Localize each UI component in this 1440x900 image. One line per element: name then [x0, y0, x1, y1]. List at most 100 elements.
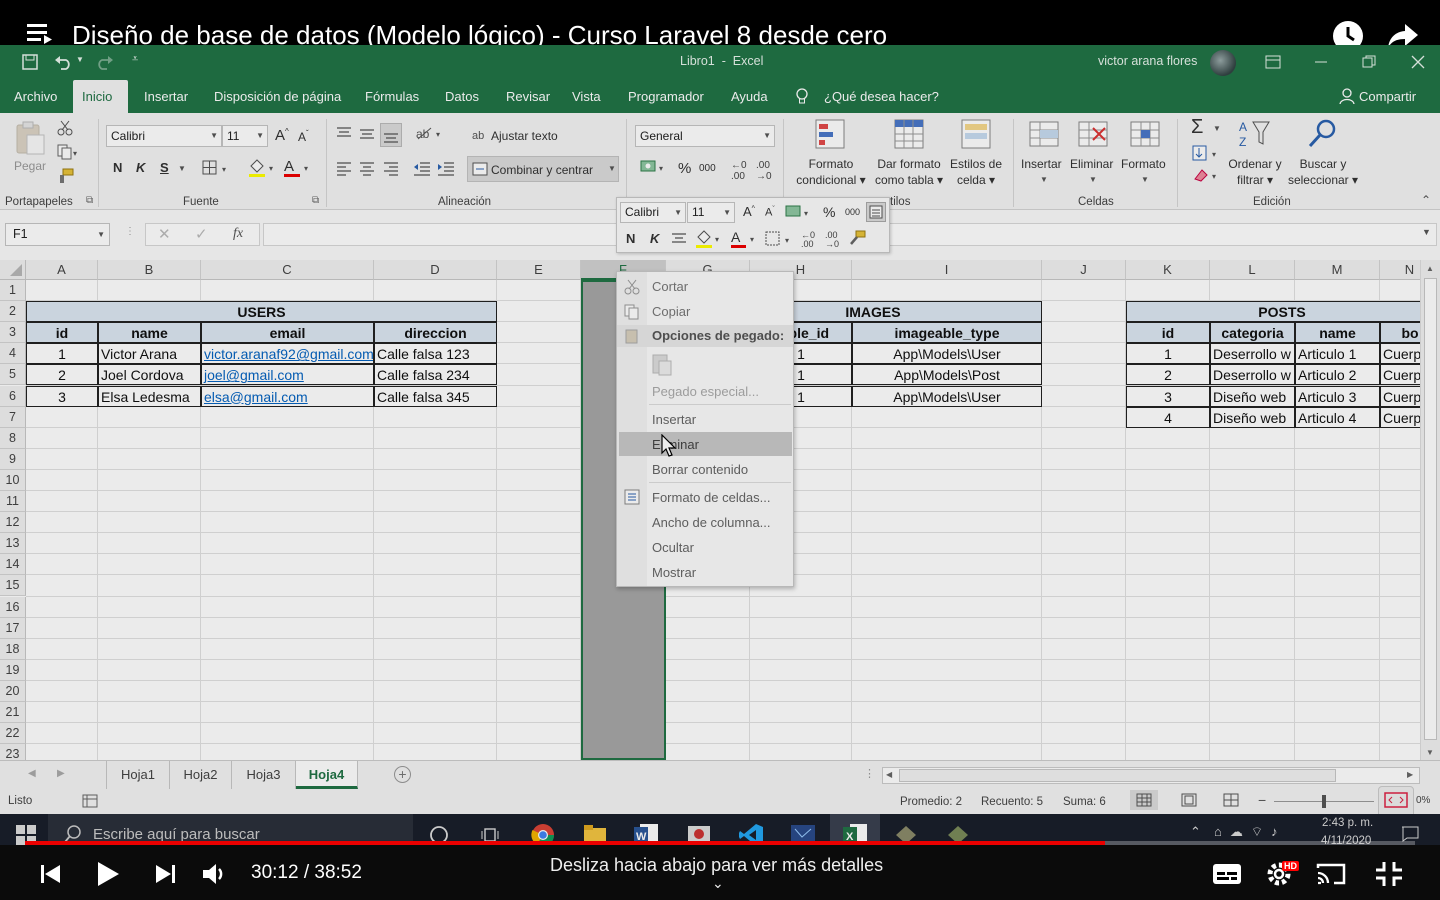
- sort-filter-icon[interactable]: AZ: [1238, 118, 1272, 150]
- percent-button[interactable]: %: [678, 160, 691, 177]
- mini-thousands-button[interactable]: 000: [845, 207, 860, 217]
- insert-cells-label[interactable]: Insertar: [1021, 156, 1062, 172]
- align-left-icon[interactable]: [336, 160, 352, 176]
- users-header[interactable]: direccion: [374, 322, 497, 344]
- wrap-text-button[interactable]: Ajustar texto: [491, 129, 558, 143]
- find-select-icon[interactable]: [1306, 118, 1338, 150]
- row-header-5[interactable]: 5: [0, 364, 26, 386]
- sheet-tab-hoja4[interactable]: Hoja4: [296, 761, 358, 789]
- tab-revisar[interactable]: Revisar: [497, 80, 559, 113]
- align-top-icon[interactable]: [336, 125, 352, 141]
- mini-bold-button[interactable]: N: [626, 231, 635, 246]
- undo-icon[interactable]: [54, 54, 76, 70]
- column-header-d[interactable]: D: [374, 260, 497, 280]
- select-all-corner[interactable]: [0, 260, 26, 280]
- subtitles-icon[interactable]: [1212, 862, 1242, 886]
- formula-bar-handle[interactable]: ⋮: [125, 226, 135, 237]
- scroll-up-icon[interactable]: ▲: [1426, 264, 1434, 273]
- sheet-tab-hoja2[interactable]: Hoja2: [170, 761, 232, 789]
- column-header-k[interactable]: K: [1126, 260, 1210, 280]
- column-header-l[interactable]: L: [1210, 260, 1295, 280]
- paste-label[interactable]: Pegar: [14, 158, 46, 174]
- posts-cell[interactable]: Articulo 4: [1295, 406, 1380, 428]
- column-header-b[interactable]: B: [98, 260, 201, 280]
- add-sheet-icon[interactable]: +: [394, 766, 411, 783]
- exit-fullscreen-icon[interactable]: [1375, 861, 1403, 887]
- mini-size-select[interactable]: 11 ▼: [687, 202, 735, 223]
- users-cell[interactable]: Joel Cordova: [98, 364, 201, 386]
- merge-dropdown-icon[interactable]: ▼: [608, 164, 616, 173]
- menu-copy[interactable]: Copiar: [652, 304, 690, 319]
- posts-cell[interactable]: 3: [1126, 385, 1210, 407]
- clear-icon[interactable]: ▾: [1192, 167, 1222, 183]
- increase-decimal-icon[interactable]: ←0.00: [731, 160, 747, 182]
- mini-percent-button[interactable]: %: [823, 204, 835, 220]
- tab-formulas[interactable]: Fórmulas: [356, 80, 428, 113]
- posts-header[interactable]: id: [1126, 322, 1210, 344]
- close-icon[interactable]: [1411, 55, 1425, 69]
- posts-cell[interactable]: Diseño web: [1210, 406, 1295, 428]
- mini-decrease-decimal-icon[interactable]: .00 →0: [825, 231, 839, 249]
- users-cell[interactable]: 1: [26, 343, 98, 365]
- users-cell[interactable]: Victor Arana: [98, 343, 201, 365]
- posts-cell[interactable]: Deserrollo w: [1210, 364, 1295, 386]
- posts-cell[interactable]: 1: [1126, 343, 1210, 365]
- format-painter-icon[interactable]: [57, 168, 75, 184]
- decrease-font-icon[interactable]: Aˇ: [298, 129, 309, 144]
- images-cell[interactable]: App\Models\Post: [852, 364, 1042, 386]
- column-header-m[interactable]: M: [1295, 260, 1380, 280]
- sort-filter-label[interactable]: Ordenar y filtrar ▾: [1224, 156, 1286, 188]
- align-middle-icon[interactable]: [359, 125, 375, 141]
- notifications-icon[interactable]: [1401, 826, 1419, 842]
- row-header-15[interactable]: 15: [0, 575, 26, 597]
- mini-accounting-icon[interactable]: ▾: [785, 204, 813, 220]
- vertical-scroll-thumb[interactable]: [1424, 278, 1437, 740]
- images-header[interactable]: imageable_type: [852, 322, 1042, 344]
- menu-cut[interactable]: Cortar: [652, 279, 688, 294]
- bold-button[interactable]: N: [113, 160, 122, 175]
- save-icon[interactable]: [22, 54, 38, 70]
- mini-borders-icon[interactable]: ▾: [765, 231, 795, 247]
- row-header-21[interactable]: 21: [0, 702, 26, 724]
- status-average[interactable]: Promedio: 2: [900, 796, 962, 808]
- increase-indent-icon[interactable]: [437, 160, 455, 176]
- merge-center-button[interactable]: Combinar y centrar ▼: [467, 156, 619, 182]
- row-header-1[interactable]: 1: [0, 280, 26, 302]
- fill-icon[interactable]: ▾: [1192, 145, 1222, 161]
- row-header-10[interactable]: 10: [0, 469, 26, 491]
- tell-me-search[interactable]: ¿Qué desea hacer?: [824, 89, 939, 104]
- restore-icon[interactable]: [1362, 55, 1376, 69]
- chevron-down-icon[interactable]: ⌄: [712, 875, 724, 892]
- row-header-19[interactable]: 19: [0, 659, 26, 681]
- mini-format-painter-icon[interactable]: [866, 202, 886, 222]
- orientation-icon[interactable]: ab ▾: [415, 125, 445, 141]
- users-header[interactable]: name: [98, 322, 201, 344]
- column-header-j[interactable]: J: [1042, 260, 1126, 280]
- format-cells-label[interactable]: Formato: [1121, 156, 1166, 172]
- sheet-tab-hoja3[interactable]: Hoja3: [232, 761, 296, 789]
- page-break-icon[interactable]: [1223, 793, 1239, 807]
- posts-cell[interactable]: Diseño web: [1210, 385, 1295, 407]
- play-icon[interactable]: [96, 861, 120, 887]
- column-header-a[interactable]: A: [26, 260, 98, 280]
- email-link[interactable]: elsa@gmail.com: [201, 385, 374, 407]
- page-layout-icon[interactable]: [1181, 793, 1197, 807]
- conditional-format-icon[interactable]: [814, 118, 848, 152]
- row-header-16[interactable]: 16: [0, 596, 26, 618]
- users-cell[interactable]: Calle falsa 123: [374, 343, 497, 365]
- conditional-format-label[interactable]: Formato condicional ▾: [793, 156, 869, 188]
- font-name-select[interactable]: Calibri ▼: [106, 125, 222, 147]
- users-cell[interactable]: Calle falsa 234: [374, 364, 497, 386]
- posts-cell[interactable]: 4: [1126, 406, 1210, 428]
- row-header-18[interactable]: 18: [0, 638, 26, 660]
- mini-decrease-font-icon[interactable]: Aˇ: [765, 206, 775, 219]
- menu-column-width[interactable]: Ancho de columna...: [652, 515, 771, 530]
- menu-clear-contents[interactable]: Borrar contenido: [652, 462, 748, 477]
- mini-fill-color-icon[interactable]: ▾: [695, 229, 723, 249]
- row-header-20[interactable]: 20: [0, 680, 26, 702]
- cancel-formula-icon[interactable]: ✕: [158, 225, 171, 243]
- users-title[interactable]: USERS: [26, 301, 497, 323]
- row-header-12[interactable]: 12: [0, 512, 26, 534]
- row-header-13[interactable]: 13: [0, 533, 26, 555]
- column-header-c[interactable]: C: [201, 260, 374, 280]
